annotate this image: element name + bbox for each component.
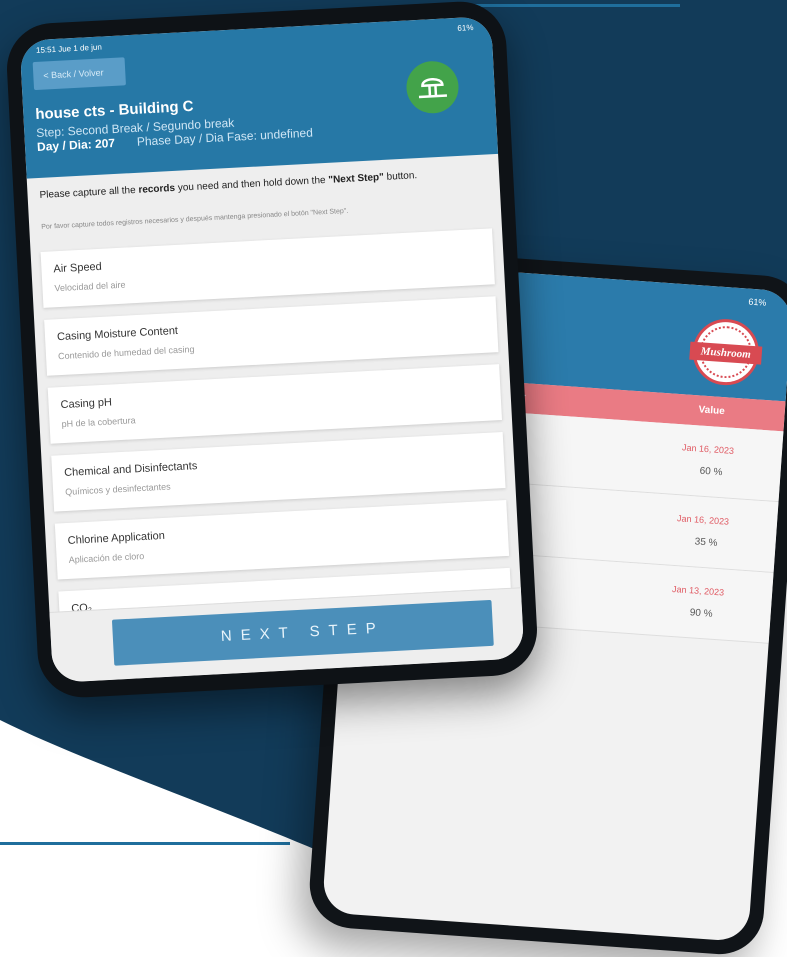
record-name-es: Velocidad del aire (54, 279, 126, 294)
back-button[interactable]: < Back / Volver (32, 57, 126, 91)
row-date: Jan 13, 2023 (671, 583, 725, 598)
list-item[interactable]: Chlorine Application Aplicación de cloro (54, 499, 510, 580)
list-item[interactable]: Air Speed Velocidad del aire (40, 228, 495, 308)
record-name-es: Químicos y desinfectantes (64, 481, 171, 498)
row-value: 90 % (689, 607, 713, 620)
front-header: 15:51 Jue 1 de jun 61% < Back / Volver h… (19, 16, 499, 179)
back-status-battery: 61% (748, 296, 767, 308)
row-date: Jan 16, 2023 (676, 513, 730, 527)
logo-band-text: Mushroom (689, 341, 763, 365)
instructions-en-b: records (138, 182, 176, 196)
column-value: Value (698, 404, 726, 418)
record-name-es: Contenido de humedad del casing (57, 344, 195, 362)
list-item[interactable]: Casing Moisture Content Contenido de hum… (44, 296, 499, 376)
decor-line-bottom (0, 842, 290, 845)
row-value: 60 % (699, 465, 723, 479)
record-name-es: Aplicación de cloro (68, 550, 145, 565)
next-step-button[interactable]: NEXT STEP (111, 599, 494, 666)
list-item[interactable]: Chemical and Disinfectants Químicos y de… (51, 432, 506, 512)
record-name: Air Speed (53, 260, 103, 276)
status-time: 15:51 Jue 1 de jun (35, 42, 103, 55)
record-name: Casing Moisture Content (56, 324, 179, 344)
instructions-en-d: "Next Step" (328, 171, 385, 186)
front-tablet: 15:51 Jue 1 de jun 61% < Back / Volver h… (4, 0, 540, 700)
front-tablet-screen: 15:51 Jue 1 de jun 61% < Back / Volver h… (19, 16, 525, 683)
records-list: Air Speed Velocidad del aire Casing Mois… (40, 228, 513, 648)
record-name: Casing pH (60, 396, 113, 412)
status-battery: 61% (457, 23, 474, 33)
decor-line-top (470, 4, 680, 7)
record-name-es: pH de la cobertura (61, 415, 136, 430)
american-mushroom-institute-logo: Mushroom (689, 316, 763, 388)
day-label: Day / Dia: 207 (36, 135, 116, 155)
record-name: Chemical and Disinfectants (63, 460, 198, 480)
instructions-en-a: Please capture all the (39, 184, 139, 201)
record-name: Chlorine Application (67, 529, 166, 547)
row-date: Jan 16, 2023 (681, 442, 735, 456)
row-value: 35 % (694, 536, 718, 550)
instructions-en-e: button. (383, 170, 418, 183)
instructions-spanish: Por favor capture todos registros necesa… (41, 207, 349, 231)
mushroom-logo-icon (405, 59, 460, 115)
instructions-en-c: you need and then hold down the (174, 174, 329, 194)
list-item[interactable]: Casing pH pH de la cobertura (47, 364, 503, 444)
